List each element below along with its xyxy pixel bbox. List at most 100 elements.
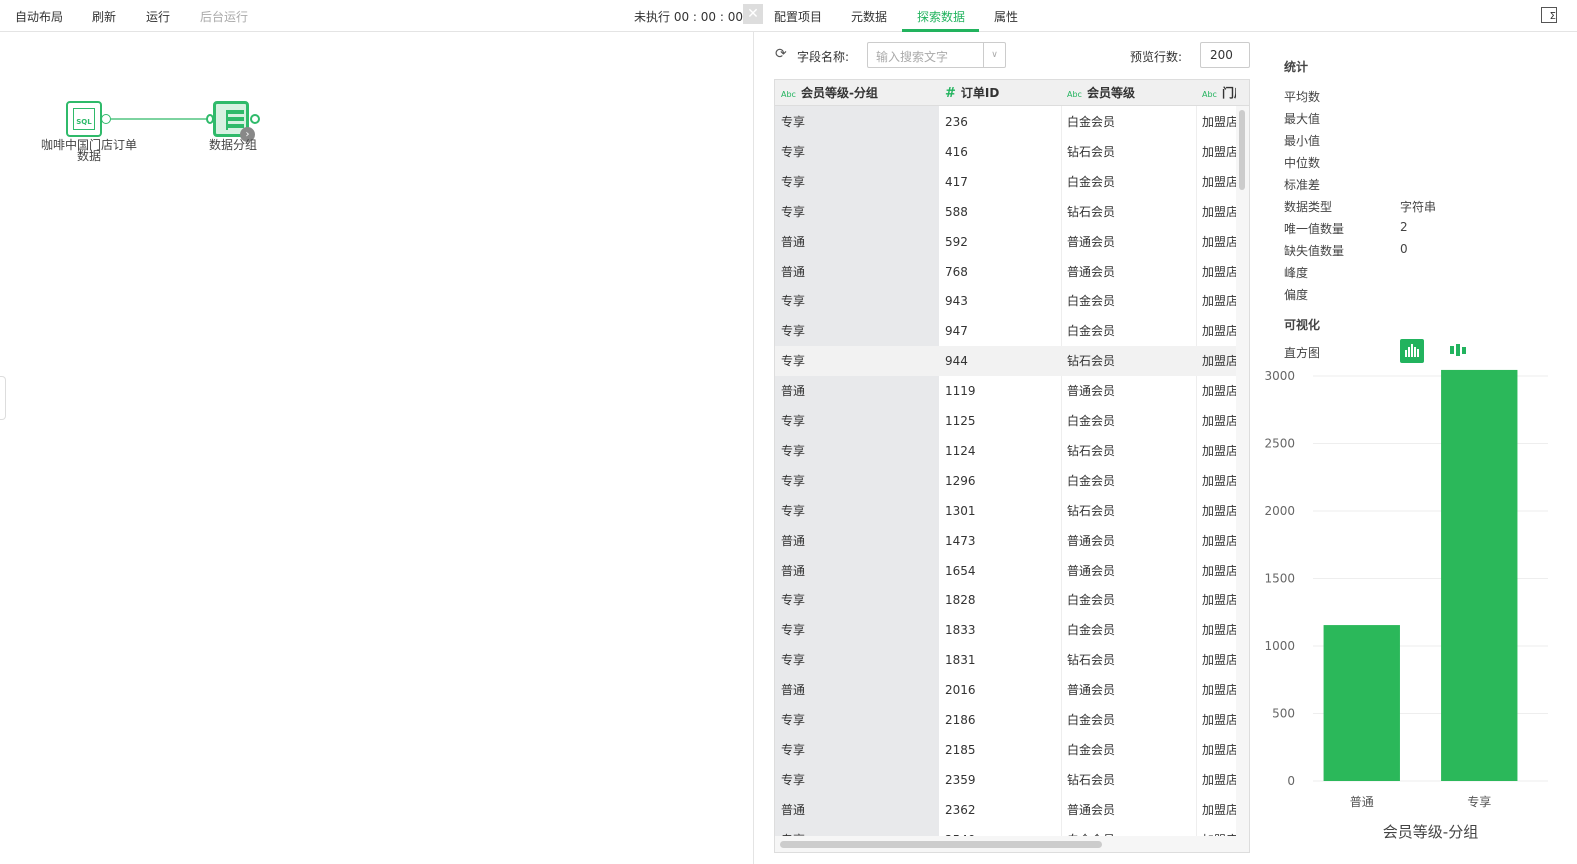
table-cell: 417 <box>945 174 968 189</box>
table-cell: 白金会员 <box>1067 742 1116 757</box>
x-tick-label: 普通 <box>1350 795 1374 809</box>
chevron-down-icon[interactable]: ∨ <box>983 43 1005 67</box>
table-cell: 专享 <box>781 144 806 159</box>
table-cell: 钻石会员 <box>1067 443 1116 458</box>
table-row[interactable]: 普通 592 普通会员 加盟店 <box>775 227 1236 257</box>
table-row[interactable]: 专享 2359 钻石会员 加盟店 <box>775 765 1236 795</box>
y-tick-label: 2000 <box>1264 504 1295 518</box>
table-cell: 专享 <box>781 623 806 638</box>
table-cell: 1654 <box>945 563 976 578</box>
node-label: 数据分组 <box>208 138 257 152</box>
table-row[interactable]: 专享 588 钻石会员 加盟店 <box>775 197 1236 227</box>
group-icon <box>226 110 244 130</box>
table-cell: 普通 <box>781 234 806 249</box>
refresh-button[interactable]: 刷新 <box>92 8 116 25</box>
tab-config[interactable]: 配置项目 <box>774 8 822 25</box>
table-sigma-icon[interactable]: Σ <box>1541 7 1557 23</box>
table-row[interactable]: 普通 1119 普通会员 加盟店 <box>775 376 1236 406</box>
table-cell: 1831 <box>945 653 976 668</box>
horizontal-scrollbar[interactable] <box>775 836 1249 852</box>
table-row[interactable]: 专享 1828 白金会员 加盟店 <box>775 585 1236 615</box>
table-row[interactable]: 普通 2016 普通会员 加盟店 <box>775 675 1236 705</box>
column-header[interactable]: Abc 会员等级-分组 <box>781 80 939 106</box>
table-row[interactable]: 专享 2185 白金会员 加盟店 <box>775 735 1236 765</box>
table-cell: 白金会员 <box>1067 473 1116 488</box>
vertical-scrollbar[interactable] <box>1236 106 1249 852</box>
panel-divider[interactable] <box>753 32 754 864</box>
table-row[interactable]: 专享 1831 钻石会员 加盟店 <box>775 645 1236 675</box>
table-cell: 加盟店 <box>1202 713 1236 727</box>
y-tick-label: 3000 <box>1264 369 1295 383</box>
sql-node[interactable]: SQL <box>66 101 102 137</box>
y-tick-label: 1500 <box>1264 572 1295 586</box>
table-cell: 普通会员 <box>1067 533 1116 548</box>
table-row[interactable]: 专享 1301 钻石会员 加盟店 <box>775 496 1236 526</box>
table-cell: 1125 <box>945 414 976 428</box>
table-row[interactable]: 普通 2362 普通会员 加盟店 <box>775 795 1236 825</box>
input-port[interactable] <box>206 114 214 124</box>
execution-status: 未执行 00 : 00 : 00 <box>634 10 743 24</box>
tab-metadata[interactable]: 元数据 <box>851 8 887 25</box>
refresh-icon[interactable]: ⟳ <box>775 46 787 62</box>
preview-rows-input[interactable]: 200 <box>1200 42 1250 68</box>
table-cell: 947 <box>945 324 968 339</box>
table-cell: 普通 <box>781 802 806 817</box>
output-port[interactable] <box>101 114 111 124</box>
table-row[interactable]: 专享 1296 白金会员 加盟店 <box>775 466 1236 496</box>
table-row[interactable]: 普通 1473 普通会员 加盟店 <box>775 526 1236 556</box>
table-row[interactable]: 专享 947 白金会员 加盟店 <box>775 316 1236 346</box>
scrollbar-thumb[interactable] <box>1239 110 1245 190</box>
table-row[interactable]: 专享 416 钻石会员 加盟店 <box>775 137 1236 167</box>
table-cell: 加盟店 <box>1202 115 1236 129</box>
run-button[interactable]: 运行 <box>146 8 170 25</box>
table-cell: 普通 <box>781 264 806 279</box>
column-header[interactable]: # 订单ID <box>945 80 1061 106</box>
table-row[interactable]: 专享 2186 白金会员 加盟店 <box>775 705 1236 735</box>
table-cell: 钻石会员 <box>1067 204 1116 219</box>
table-cell: 2362 <box>945 802 976 817</box>
table-row[interactable]: 专享 236 白金会员 加盟店 <box>775 107 1236 137</box>
field-search-input[interactable]: 输入搜索文字 ∨ <box>867 42 1006 68</box>
table-cell: 1119 <box>945 384 976 399</box>
table-row[interactable]: 专享 1124 钻石会员 加盟店 <box>775 436 1236 466</box>
table-cell: 768 <box>945 264 968 279</box>
x-axis-title: 会员等级-分组 <box>1383 823 1478 841</box>
tab-explore-data[interactable]: 探索数据 <box>917 8 965 25</box>
table-row[interactable]: 普通 768 普通会员 加盟店 <box>775 257 1236 287</box>
stat-label: 唯一值数量 <box>1284 222 1345 236</box>
table-cell: 加盟店 <box>1202 563 1236 578</box>
scrollbar-thumb[interactable] <box>780 841 1102 848</box>
tab-properties[interactable]: 属性 <box>994 8 1018 25</box>
collapse-panel-button[interactable]: ✕ <box>743 4 763 24</box>
table-row[interactable]: 专享 944 钻石会员 加盟店 <box>775 346 1236 377</box>
table-cell: 白金会员 <box>1067 593 1116 608</box>
table-cell: 加盟店 <box>1202 623 1236 638</box>
table-cell: 944 <box>945 354 968 369</box>
table-cell: 钻石会员 <box>1067 653 1116 668</box>
boxplot-chart-button[interactable] <box>1448 340 1468 360</box>
background-run-button[interactable]: 后台运行 <box>200 8 248 25</box>
y-tick-label: 500 <box>1272 707 1295 721</box>
table-row[interactable]: 专享 943 白金会员 加盟店 <box>775 286 1236 316</box>
auto-layout-button[interactable]: 自动布局 <box>15 8 63 25</box>
table-cell: 专享 <box>781 174 806 189</box>
column-header[interactable]: Abc 会员等级 <box>1067 80 1196 106</box>
table-row[interactable]: 专享 417 白金会员 加盟店 <box>775 167 1236 197</box>
table-cell: 普通 <box>781 563 806 578</box>
stat-label: 数据类型 <box>1284 200 1333 214</box>
table-cell: 1296 <box>945 473 976 488</box>
column-header[interactable]: Abc门店 <box>1202 80 1236 106</box>
table-cell: 592 <box>945 234 968 249</box>
table-row[interactable]: 专享 1125 白金会员 加盟店 <box>775 406 1236 436</box>
table-cell: 专享 <box>781 414 806 428</box>
output-port[interactable] <box>250 114 260 124</box>
table-cell: 加盟店 <box>1202 144 1236 159</box>
table-cell: 普通会员 <box>1067 683 1116 698</box>
side-expand-handle[interactable] <box>0 376 6 420</box>
table-row[interactable]: 普通 1654 普通会员 加盟店 <box>775 556 1236 586</box>
table-cell: 专享 <box>781 443 806 458</box>
stat-label: 标准差 <box>1284 178 1321 192</box>
table-row[interactable]: 专享 1833 白金会员 加盟店 <box>775 615 1236 645</box>
y-tick-label: 0 <box>1287 774 1295 788</box>
table-cell: 加盟店 <box>1202 234 1236 249</box>
